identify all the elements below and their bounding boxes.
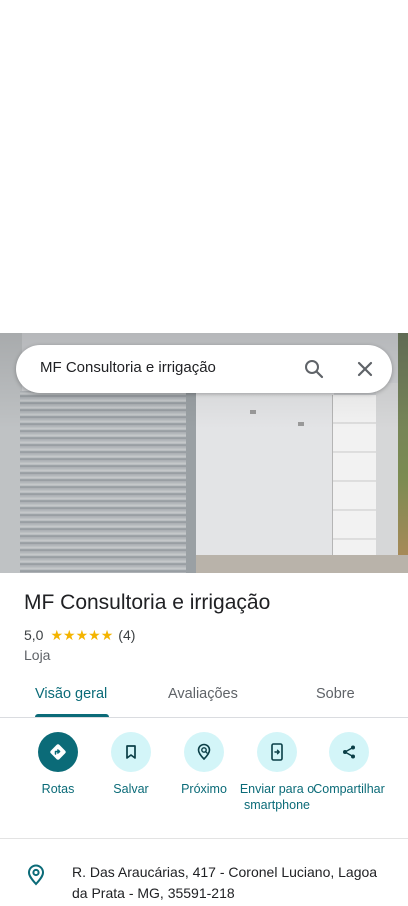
rating-row[interactable]: 5,0 ★ ★ ★ ★ ★ (4): [24, 626, 135, 644]
review-count[interactable]: (4): [118, 627, 135, 643]
directions-button[interactable]: Rotas: [18, 732, 98, 797]
send-to-phone-button[interactable]: Enviar para o smartphone: [237, 732, 317, 813]
divider: [0, 838, 408, 839]
map-area: [0, 0, 408, 333]
address-text: R. Das Araucárias, 417 - Coronel Luciano…: [72, 864, 378, 901]
star-icon: ★: [75, 627, 89, 643]
search-icon[interactable]: [302, 357, 326, 381]
active-tab-indicator: [35, 714, 109, 717]
place-category: Loja: [24, 647, 51, 663]
share-icon: [329, 732, 369, 772]
tab-bar: Visão geral Avaliações Sobre: [0, 676, 408, 718]
nearby-icon: [184, 732, 224, 772]
action-buttons: Rotas Salvar Próximo Enviar para o smart…: [0, 732, 408, 832]
star-icon: ★: [100, 627, 114, 643]
rating-value: 5,0: [24, 627, 44, 643]
tab-about[interactable]: Sobre: [316, 686, 355, 702]
search-bar[interactable]: MF Consultoria e irrigação: [16, 345, 392, 393]
directions-icon: [38, 732, 78, 772]
nearby-label: Próximo: [181, 782, 227, 796]
tab-reviews[interactable]: Avaliações: [168, 686, 238, 702]
search-input[interactable]: MF Consultoria e irrigação: [40, 359, 216, 376]
star-icon: ★: [63, 627, 76, 643]
share-label: Compartilhar: [313, 782, 385, 796]
tab-overview[interactable]: Visão geral: [35, 686, 107, 702]
star-icon: ★: [88, 627, 101, 643]
bookmark-icon: [111, 732, 151, 772]
address-row[interactable]: R. Das Araucárias, 417 - Coronel Luciano…: [0, 860, 408, 906]
star-icon: ★: [50, 627, 64, 643]
place-title: MF Consultoria e irrigação: [24, 591, 271, 614]
rating-stars: ★ ★ ★ ★ ★: [50, 628, 113, 642]
nearby-button[interactable]: Próximo: [164, 732, 244, 797]
save-button[interactable]: Salvar: [91, 732, 171, 797]
send-to-phone-icon: [257, 732, 297, 772]
directions-label: Rotas: [41, 782, 75, 796]
send-to-phone-label: Enviar para o smartphone: [239, 782, 315, 812]
location-pin-icon: [25, 863, 47, 887]
share-button[interactable]: Compartilhar: [309, 732, 389, 797]
close-icon[interactable]: [353, 357, 377, 381]
save-label: Salvar: [113, 782, 149, 796]
